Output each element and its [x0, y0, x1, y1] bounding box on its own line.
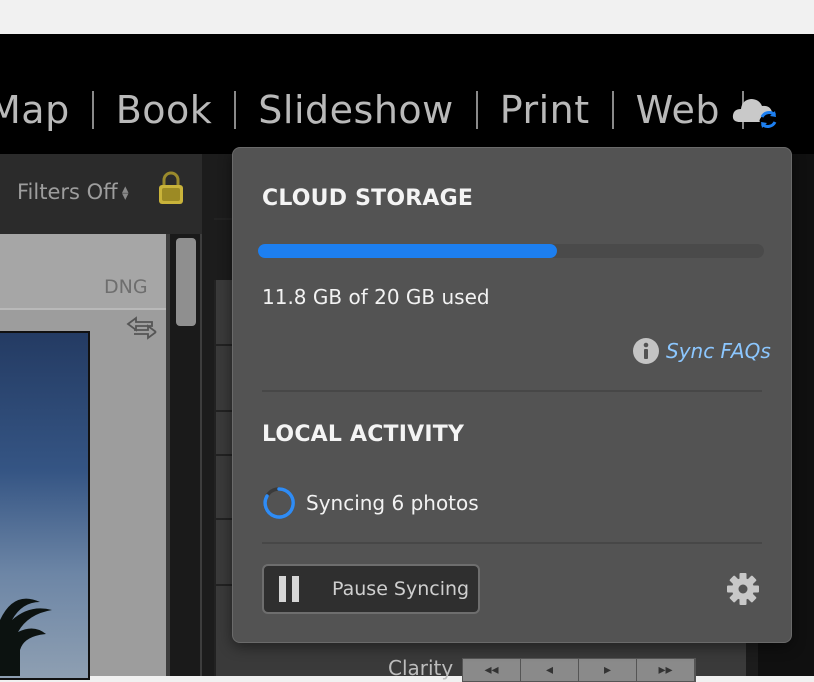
module-separator	[234, 91, 236, 129]
filters-dropdown[interactable]: Filters Off	[17, 180, 118, 204]
storage-usage-text: 11.8 GB of 20 GB used	[262, 285, 490, 309]
palm-tree-silhouette	[0, 580, 88, 676]
thumbnail-header	[0, 234, 166, 310]
syncing-text: Syncing 6 photos	[306, 491, 479, 515]
cloud-storage-heading: CLOUD STORAGE	[262, 186, 473, 211]
sync-faqs-link[interactable]: Sync FAQs	[632, 336, 771, 366]
clarity-label: Clarity	[388, 656, 453, 680]
gear-icon[interactable]	[726, 572, 760, 606]
module-separator	[476, 91, 478, 129]
module-separator	[612, 91, 614, 129]
section-divider	[262, 390, 762, 392]
swap-arrows-icon[interactable]	[126, 316, 158, 340]
pause-syncing-button[interactable]: Pause Syncing	[262, 564, 480, 614]
updown-arrow-icon: ▴▾	[122, 186, 129, 200]
clarity-decrease-more-button[interactable]: ◂◂	[463, 659, 521, 681]
clarity-increase-button[interactable]: ▸	[579, 659, 637, 681]
storage-progress-bar	[258, 244, 764, 258]
pause-icon	[278, 576, 300, 602]
clarity-increase-more-button[interactable]: ▸▸	[637, 659, 695, 681]
spinner-icon	[262, 486, 296, 520]
module-web[interactable]: Web	[636, 88, 720, 132]
pause-syncing-label: Pause Syncing	[332, 578, 469, 600]
module-book[interactable]: Book	[116, 88, 213, 132]
lock-icon[interactable]	[156, 170, 186, 206]
section-divider	[262, 542, 762, 544]
clarity-decrease-button[interactable]: ◂	[521, 659, 579, 681]
module-slideshow[interactable]: Slideshow	[258, 88, 453, 132]
syncing-status: Syncing 6 photos	[262, 486, 479, 520]
module-map[interactable]: Map	[0, 88, 70, 132]
cloud-sync-icon[interactable]	[730, 90, 778, 130]
module-separator	[92, 91, 94, 129]
window-top-strip	[0, 0, 814, 34]
grid-scrollbar-thumb[interactable]	[176, 238, 196, 326]
local-activity-heading: LOCAL ACTIVITY	[262, 422, 464, 447]
file-type-badge: DNG	[104, 276, 148, 298]
clarity-stepper: ◂◂ ◂ ▸ ▸▸	[462, 658, 696, 682]
info-icon	[632, 337, 660, 365]
storage-progress-fill	[258, 244, 557, 258]
module-print[interactable]: Print	[500, 88, 590, 132]
module-picker: Map Book Slideshow Print Web	[0, 82, 766, 138]
sync-faqs-label[interactable]: Sync FAQs	[666, 339, 771, 363]
